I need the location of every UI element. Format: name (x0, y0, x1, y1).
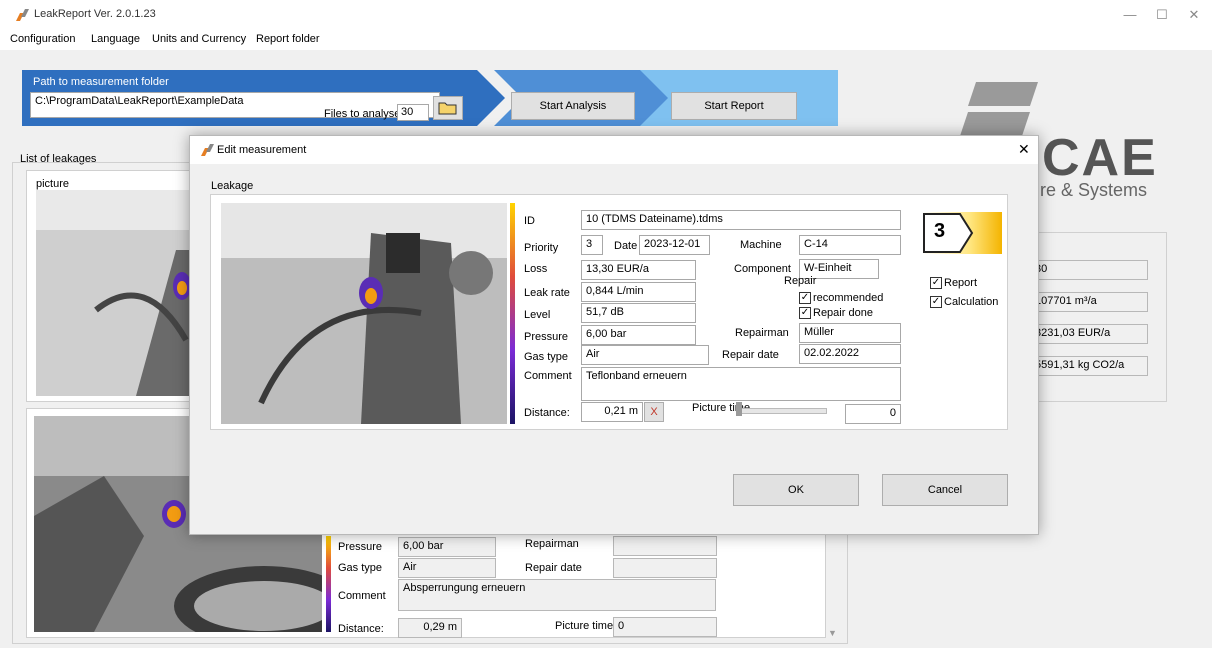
gastype-input[interactable]: Air (581, 345, 709, 365)
machine-input[interactable]: C-14 (799, 235, 901, 255)
picturetime-slider[interactable] (737, 408, 827, 414)
distance-label: Distance: (524, 407, 570, 419)
loss-label: Loss (524, 263, 548, 275)
item2-repairdate-label: Repair date (525, 562, 582, 574)
repairman-label: Repairman (735, 327, 789, 339)
leakrate-input[interactable]: 0,844 L/min (581, 282, 696, 302)
path-value: C:\ProgramData\LeakReport\ExampleData (35, 95, 244, 107)
comment-label: Comment (524, 370, 572, 382)
report-label: Report (944, 277, 978, 289)
summary-volume: 107701 m³/a (1030, 292, 1148, 312)
repairdone-label: Repair done (813, 307, 873, 319)
app-logo-icon (16, 9, 29, 21)
item2-distance-value: 0,29 m (398, 618, 462, 638)
item1-thermal-picture (36, 190, 196, 396)
leakage-group-label: Leakage (211, 180, 254, 192)
id-label: ID (524, 215, 535, 227)
logo-text: CAE (1042, 129, 1158, 187)
close-window-button[interactable]: ✕ (1184, 6, 1204, 24)
summary-co2: 5591,31 kg CO2/a (1030, 356, 1148, 376)
item2-comment-label: Comment (338, 590, 386, 602)
edit-measurement-dialog: Edit measurement ✕ Leakage ID 10 (TDMS D… (189, 135, 1039, 535)
item2-picturetime-label: Picture time (555, 620, 614, 632)
item2-pressure-label: Pressure (338, 541, 383, 553)
repairman-input[interactable]: Müller (799, 323, 901, 343)
item2-gastype-value: Air (398, 558, 496, 578)
start-analysis-button[interactable]: Start Analysis (511, 92, 635, 120)
level-label: Level (524, 309, 551, 321)
dialog-close-button[interactable]: ✕ (1018, 141, 1030, 158)
app-logo-icon (201, 144, 214, 156)
repair-label: Repair (784, 275, 817, 287)
comment-input[interactable]: Teflonband erneuern (581, 367, 901, 401)
picturetime-input[interactable]: 0 (845, 404, 901, 424)
ok-button[interactable]: OK (733, 474, 859, 506)
picturetime-slider-thumb[interactable] (736, 402, 742, 416)
menu-language[interactable]: Language (91, 33, 140, 45)
item2-repairman-label: Repairman (525, 538, 579, 550)
window-title: LeakReport Ver. 2.0.1.23 (34, 8, 156, 20)
leakrate-label: Leak rate (524, 287, 570, 299)
recommended-checkbox[interactable]: ✓ (799, 292, 811, 304)
cancel-button[interactable]: Cancel (882, 474, 1008, 506)
item2-pressure-value: 6,00 bar (398, 537, 496, 557)
machine-label: Machine (740, 239, 782, 251)
summary-cost: 3231,03 EUR/a (1030, 324, 1148, 344)
folder-icon (438, 102, 457, 115)
item2-repairman-value (613, 536, 717, 556)
menu-report-folder[interactable]: Report folder (256, 33, 320, 45)
dialog-thermal-picture (221, 203, 507, 424)
logo-subtitle: re & Systems (1040, 180, 1148, 200)
menu-bar: Configuration Language Units and Currenc… (0, 30, 1212, 50)
item2-color-scale (326, 536, 331, 632)
scroll-down-icon[interactable]: ▼ (828, 628, 837, 638)
id-input[interactable]: 10 (TDMS Dateiname).tdms (581, 210, 901, 230)
item2-distance-label: Distance: (338, 623, 384, 635)
dialog-titlebar: Edit measurement ✕ (190, 136, 1038, 164)
item2-comment-value: Absperrungung erneuern (398, 579, 716, 611)
item2-repairdate-value (613, 558, 717, 578)
date-input[interactable]: 2023-12-01 (639, 235, 710, 255)
report-checkbox[interactable]: ✓ (930, 277, 942, 289)
component-label: Component (734, 263, 791, 275)
calculation-checkbox[interactable]: ✓ (930, 296, 942, 308)
priority-input[interactable]: 3 (581, 235, 603, 255)
menu-configuration[interactable]: Configuration (10, 33, 75, 45)
level-input[interactable]: 51,7 dB (581, 303, 696, 323)
date-label: Date (614, 240, 638, 252)
item2-picturetime-value: 0 (613, 617, 717, 637)
path-label: Path to measurement folder (33, 76, 169, 88)
start-report-button[interactable]: Start Report (671, 92, 797, 120)
pressure-input[interactable]: 6,00 bar (581, 325, 696, 345)
item2-gastype-label: Gas type (338, 562, 383, 574)
pressure-label: Pressure (524, 331, 569, 343)
loss-input[interactable]: 13,30 EUR/a (581, 260, 696, 280)
priority-label: Priority (524, 242, 559, 254)
calculation-label: Calculation (944, 296, 999, 308)
dialog-title: Edit measurement (217, 144, 307, 156)
minimize-button[interactable]: — (1120, 6, 1140, 24)
recommended-label: recommended (813, 292, 884, 304)
files-label: Files to analyse (324, 108, 401, 120)
repairdate-input[interactable]: 02.02.2022 (799, 344, 901, 364)
summary-files: 30 (1030, 260, 1148, 280)
maximize-button[interactable]: ☐ (1152, 6, 1172, 24)
dialog-color-scale (510, 203, 515, 424)
gastype-label: Gas type (524, 351, 569, 363)
window-titlebar: LeakReport Ver. 2.0.1.23 — ☐ ✕ (0, 0, 1212, 30)
files-input[interactable]: 30 (397, 104, 429, 121)
distance-input[interactable]: 0,21 m (581, 402, 643, 422)
menu-units-currency[interactable]: Units and Currency (152, 33, 246, 45)
browse-folder-button[interactable] (433, 96, 463, 120)
priority-badge-value: 3 (934, 220, 946, 242)
repairdate-label: Repair date (722, 349, 779, 361)
repair-done-checkbox[interactable]: ✓ (799, 307, 811, 319)
clear-distance-button[interactable]: X (644, 402, 664, 422)
item1-picture-label: picture (36, 178, 70, 190)
